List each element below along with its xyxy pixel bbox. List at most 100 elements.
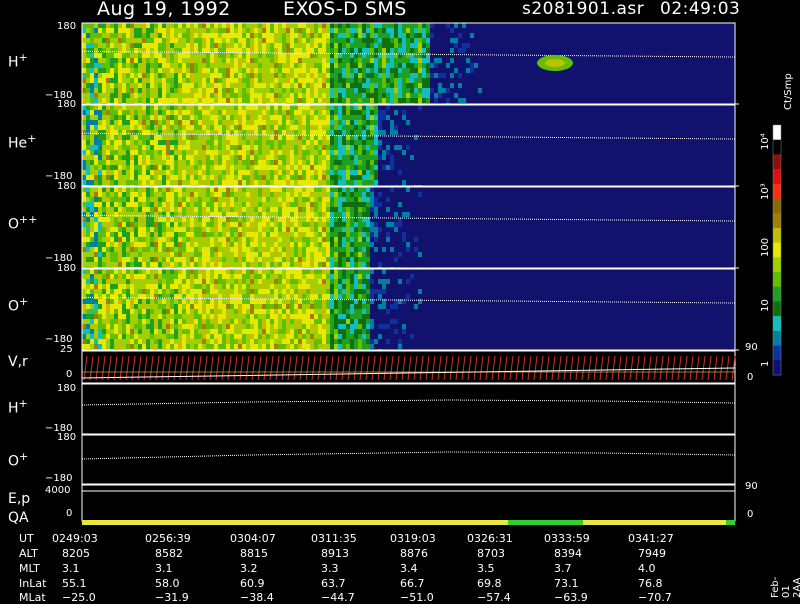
- spectrogram-cell: [158, 165, 162, 170]
- spectrogram-cell: [394, 83, 398, 88]
- spectrogram-cell: [194, 63, 198, 68]
- spectrogram-cell: [402, 98, 406, 103]
- spectrogram-cell: [214, 222, 218, 227]
- spectrogram-cell: [174, 73, 178, 78]
- spectrogram-cell: [158, 222, 162, 227]
- spectrogram-cell: [322, 120, 326, 125]
- spectrogram-cell: [90, 73, 94, 78]
- spectrogram-cell: [418, 78, 422, 83]
- spectrogram-cell: [126, 232, 130, 237]
- spectrogram-cell: [186, 155, 190, 160]
- spectrogram-cell: [150, 73, 154, 78]
- spectrogram-cell: [206, 284, 210, 289]
- spectrogram-cell: [298, 175, 302, 180]
- spectrogram-cell: [270, 78, 274, 83]
- spectrogram-cell: [122, 98, 126, 103]
- spectrogram-cell: [186, 284, 190, 289]
- spectrogram-cell: [102, 309, 106, 314]
- spectrogram-cell: [254, 247, 258, 252]
- spectrogram-cell: [290, 98, 294, 103]
- spectrogram-cell: [90, 294, 94, 299]
- spectrogram-cell: [330, 43, 334, 48]
- spectrogram-cell: [114, 227, 118, 232]
- spectrogram-cell: [106, 28, 110, 33]
- spectrogram-cell: [378, 145, 382, 150]
- spectrogram-cell: [370, 125, 374, 130]
- spectrogram-cell: [306, 247, 310, 252]
- spectrogram-cell: [174, 217, 178, 222]
- spectrogram-cell: [270, 339, 274, 344]
- spectrogram-cell: [110, 170, 114, 175]
- spectrogram-cell: [118, 110, 122, 115]
- spectrogram-cell: [190, 160, 194, 165]
- spectrogram-cell: [262, 135, 266, 140]
- spectrogram-cell: [354, 150, 358, 155]
- spectrogram-cell: [338, 48, 342, 53]
- spectrogram-cell: [178, 262, 182, 267]
- spectrogram-cell: [346, 115, 350, 120]
- spectrogram-cell: [462, 23, 466, 28]
- spectrogram-cell: [258, 140, 262, 145]
- spectrogram-cell: [214, 83, 218, 88]
- spectrogram-cell: [350, 73, 354, 78]
- spectrogram-cell: [86, 23, 90, 28]
- spectrogram-cell: [238, 110, 242, 115]
- spectrogram-cell: [146, 120, 150, 125]
- spectrogram-cell: [302, 187, 306, 192]
- spectrogram-cell: [262, 274, 266, 279]
- spectrogram-cell: [186, 160, 190, 165]
- spectrogram-cell: [82, 83, 86, 88]
- spectrogram-cell: [278, 222, 282, 227]
- spectrogram-cell: [226, 339, 230, 344]
- spectrogram-cell: [146, 274, 150, 279]
- spectrogram-cell: [138, 279, 142, 284]
- spectrogram-cell: [114, 28, 118, 33]
- spectrogram-cell: [358, 140, 362, 145]
- spectrogram-cell: [94, 73, 98, 78]
- spectrogram-cell: [158, 334, 162, 339]
- spectrogram-cell: [246, 207, 250, 212]
- spectrogram-cell: [350, 192, 354, 197]
- spectrogram-cell: [170, 222, 174, 227]
- spectrogram-cell: [154, 140, 158, 145]
- spectrogram-cell: [398, 43, 402, 48]
- spectrogram-cell: [126, 344, 130, 349]
- spectrogram-cell: [98, 43, 102, 48]
- spectrogram-cell: [202, 319, 206, 324]
- spectrogram-cell: [86, 180, 90, 185]
- spectrogram-cell: [286, 257, 290, 262]
- spectrogram-cell: [198, 192, 202, 197]
- spectrogram-cell: [254, 237, 258, 242]
- spectrogram-cell: [150, 43, 154, 48]
- spectrogram-cell: [170, 319, 174, 324]
- spectrogram-cell: [190, 279, 194, 284]
- spectrogram-cell: [266, 329, 270, 334]
- spectrogram-cell: [90, 217, 94, 222]
- spectrogram-cell: [198, 262, 202, 267]
- spectrogram-cell: [210, 324, 214, 329]
- spectrogram-cell: [222, 38, 226, 43]
- spectrogram-cell: [154, 279, 158, 284]
- spectrogram-cell: [102, 247, 106, 252]
- spectrogram-cell: [410, 68, 414, 73]
- spectrogram-cell: [142, 88, 146, 93]
- spectrogram-cell: [390, 58, 394, 63]
- spectrogram-cell: [378, 23, 382, 28]
- spectrogram-cell: [142, 73, 146, 78]
- spectrogram-cell: [154, 28, 158, 33]
- spectrogram-cell: [106, 222, 110, 227]
- spectrogram-cell: [238, 165, 242, 170]
- spectrogram-cell: [218, 105, 222, 110]
- spectrogram-cell: [330, 130, 334, 135]
- spectrogram-cell: [134, 83, 138, 88]
- spectrogram-cell: [202, 135, 206, 140]
- spectrogram-cell: [266, 289, 270, 294]
- spectrogram-cell: [250, 98, 254, 103]
- spectrogram-cell: [98, 339, 102, 344]
- spectrogram-cell: [126, 252, 130, 257]
- spectrogram-cell: [166, 284, 170, 289]
- spectrogram-cell: [226, 83, 230, 88]
- spectrogram-cell: [274, 105, 278, 110]
- spectrogram-cell: [134, 73, 138, 78]
- spectrogram-cell: [282, 192, 286, 197]
